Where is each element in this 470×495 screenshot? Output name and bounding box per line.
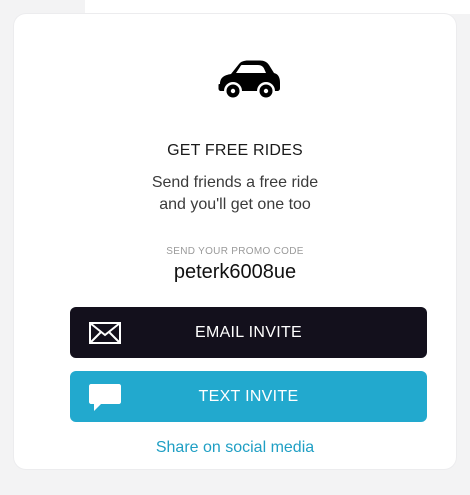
top-strip [85, 0, 470, 14]
referral-subtitle: Send friends a free ride and you'll get … [14, 172, 456, 216]
email-invite-label: EMAIL INVITE [194, 324, 303, 341]
share-social-link[interactable]: Share on social media [14, 439, 456, 457]
text-invite-button[interactable]: TEXT INVITE [70, 371, 427, 422]
referral-card: GET FREE RIDES Send friends a free ride … [14, 14, 456, 469]
subtitle-line-1: Send friends a free ride [151, 174, 319, 191]
car-icon [218, 60, 280, 100]
promo-code-value[interactable]: peterk6008ue [14, 261, 456, 284]
promo-code-label: SEND YOUR PROMO CODE [166, 246, 304, 257]
email-invite-button[interactable]: EMAIL INVITE [70, 307, 427, 358]
referral-heading: GET FREE RIDES [167, 142, 303, 159]
referral-page: GET FREE RIDES Send friends a free ride … [0, 0, 470, 495]
subtitle-line-2: and you'll get one too [159, 196, 311, 213]
text-invite-label: TEXT INVITE [198, 388, 299, 405]
